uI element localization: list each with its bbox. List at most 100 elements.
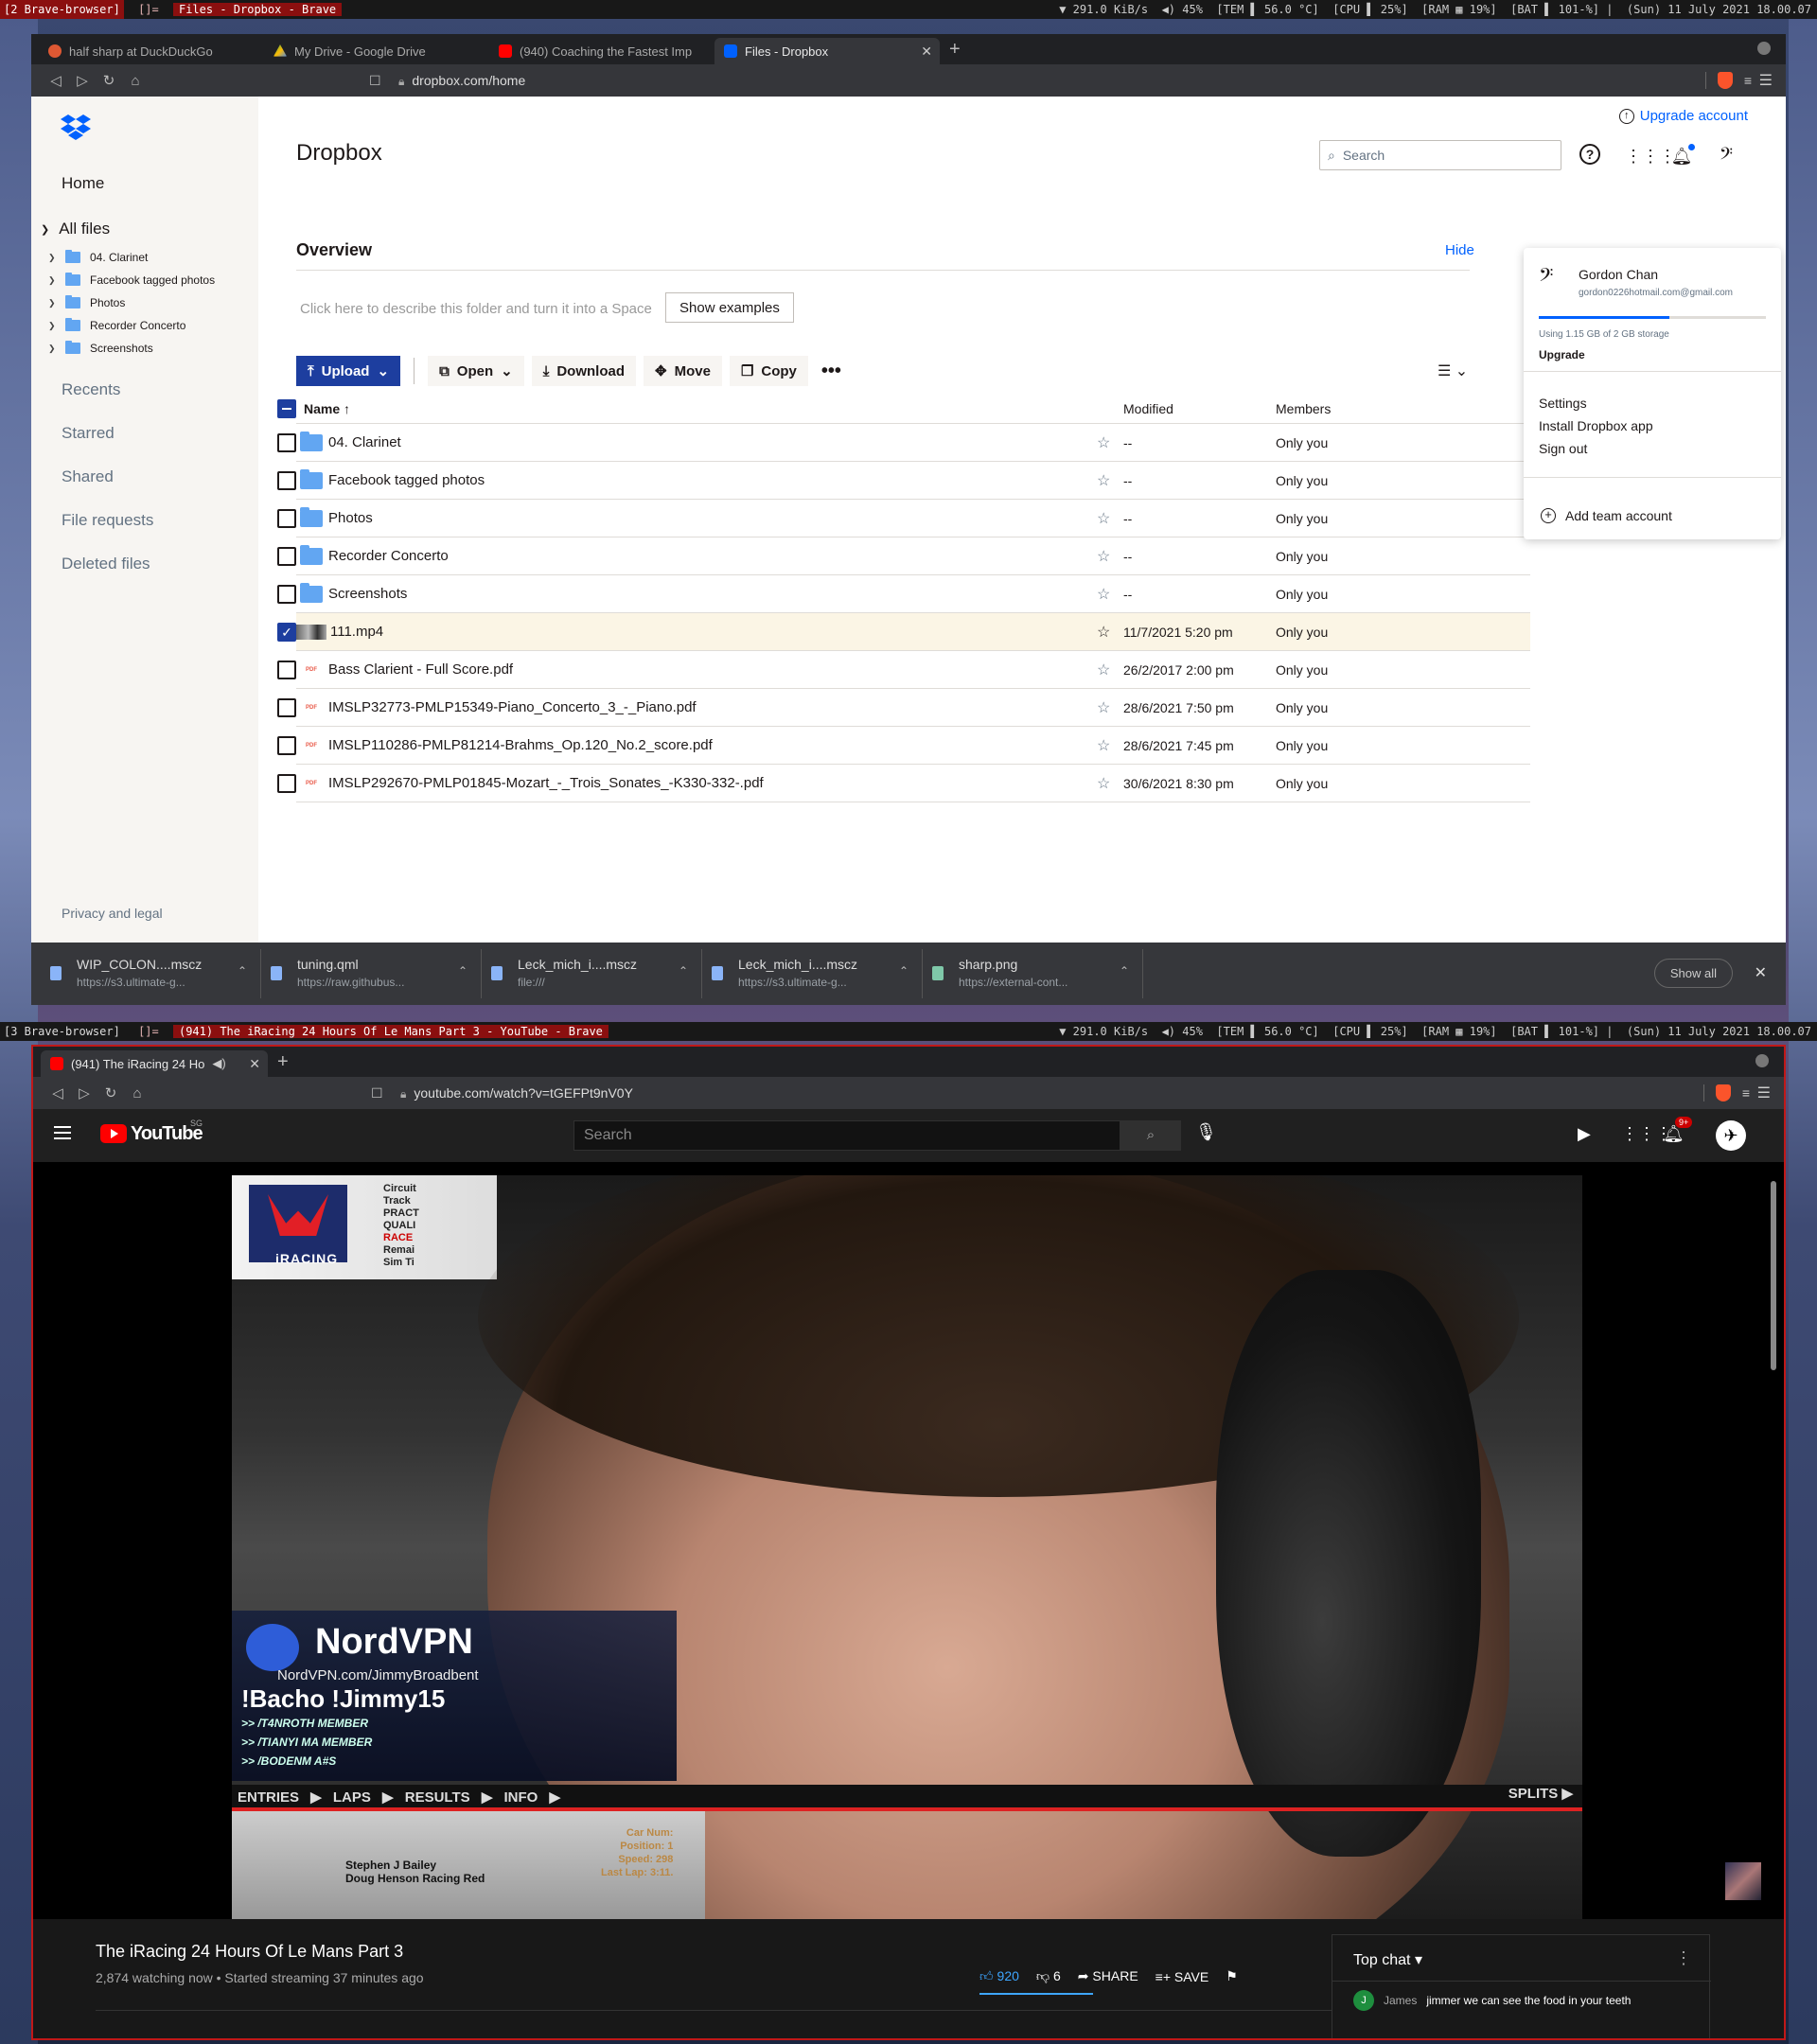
chat-author[interactable]: James (1384, 1994, 1417, 2007)
sidebar-item-file-requests[interactable]: File requests (62, 511, 153, 530)
table-row[interactable]: PDF IMSLP32773-PMLP15349-Piano_Concerto_3… (277, 689, 1530, 727)
sidebar-item-home[interactable]: Home (62, 174, 104, 193)
file-name[interactable]: IMSLP32773-PMLP15349-Piano_Concerto_3_-_… (328, 699, 697, 715)
close-tab-icon[interactable]: ✕ (921, 44, 932, 60)
apps-grid-icon[interactable]: ⋮⋮⋮ (1625, 144, 1676, 168)
folder-description-field[interactable]: Click here to describe this folder and t… (300, 301, 652, 317)
chat-more-options-icon[interactable]: ⋮ (1675, 1948, 1692, 1968)
tree-item[interactable]: ❯ Photos (41, 291, 255, 314)
browser-menu-icon[interactable]: ☰ (1759, 71, 1773, 90)
tab-youtube-coaching[interactable]: (940) Coaching the Fastest Imp (489, 38, 714, 64)
channel-watermark[interactable] (1725, 1862, 1761, 1900)
table-row[interactable]: Photos ☆ -- Only you (277, 500, 1530, 537)
chevron-up-icon[interactable]: ⌃ (458, 964, 467, 978)
file-name[interactable]: Bass Clarient - Full Score.pdf (328, 661, 513, 678)
window-menu-icon[interactable] (1755, 1054, 1769, 1067)
open-button[interactable]: ⧉ Open ⌄ (428, 356, 524, 386)
dropbox-logo-icon[interactable] (60, 114, 92, 142)
file-name[interactable]: Photos (328, 510, 373, 526)
chat-author-avatar[interactable]: J (1353, 1990, 1374, 2011)
star-icon[interactable]: ☆ (1097, 547, 1110, 566)
download-item[interactable]: sharp.png https://external-cont... ⌃ (923, 949, 1143, 998)
page-scrollbar[interactable] (1771, 1181, 1776, 1370)
row-checkbox[interactable] (277, 470, 296, 490)
show-examples-button[interactable]: Show examples (665, 292, 794, 323)
search-button[interactable]: ⌕ (1120, 1120, 1181, 1151)
reading-list-icon[interactable]: ≡ (1742, 1085, 1750, 1101)
file-name[interactable]: IMSLP110286-PMLP81214-Brahms_Op.120_No.2… (328, 737, 713, 753)
create-video-icon[interactable]: ▶ (1578, 1124, 1591, 1144)
chevron-up-icon[interactable]: ⌃ (238, 964, 247, 978)
row-checkbox[interactable] (277, 432, 296, 452)
tree-item[interactable]: ❯ 04. Clarinet (41, 246, 255, 269)
table-row[interactable]: PDF IMSLP110286-PMLP81214-Brahms_Op.120_N… (277, 727, 1530, 765)
star-icon[interactable]: ☆ (1097, 433, 1110, 452)
file-name[interactable]: Facebook tagged photos (328, 472, 485, 488)
file-name[interactable]: 111.mp4 (330, 624, 383, 640)
file-name[interactable]: IMSLP292670-PMLP01845-Mozart_-_Trois_Son… (328, 775, 764, 791)
tab-duckduckgo[interactable]: half sharp at DuckDuckGo (39, 38, 264, 64)
sign-out-menu-item[interactable]: Sign out (1539, 441, 1587, 456)
download-item[interactable]: tuning.qml https://raw.githubus... ⌃ (261, 949, 482, 998)
table-row[interactable]: 04. Clarinet ☆ -- Only you (277, 424, 1530, 462)
table-row[interactable]: PDF Bass Clarient - Full Score.pdf ☆ 26/2/2… (277, 651, 1530, 689)
star-icon[interactable]: ☆ (1097, 471, 1110, 490)
close-tab-icon[interactable]: ✕ (249, 1056, 260, 1072)
tree-item[interactable]: ❯ Screenshots (41, 337, 255, 360)
upgrade-account-link[interactable]: ↑ Upgrade account (1618, 108, 1748, 124)
chevron-right-icon[interactable]: ❯ (48, 275, 62, 286)
bookmark-icon[interactable]: ☐ (371, 1085, 383, 1101)
download-item[interactable]: WIP_COLON....mscz https://s3.ultimate-g..… (41, 949, 261, 998)
brave-shields-icon[interactable] (1716, 1084, 1731, 1101)
sidebar-item-recents[interactable]: Recents (62, 380, 120, 399)
download-item[interactable]: Leck_mich_i....mscz file:/// ⌃ (482, 949, 702, 998)
bell-icon[interactable]: 🔔︎ (1669, 144, 1695, 168)
dislike-button[interactable]: 👎︎ 6 (1036, 1968, 1061, 1984)
like-button[interactable]: 👍︎ 920 (979, 1968, 1019, 1984)
search-input[interactable]: Search (573, 1120, 1120, 1151)
hide-overview-link[interactable]: Hide (1445, 242, 1474, 258)
file-name[interactable]: Screenshots (328, 586, 407, 602)
tree-item[interactable]: ❯ Recorder Concerto (41, 314, 255, 337)
reload-icon[interactable]: ↻ (96, 72, 122, 89)
row-checkbox[interactable] (277, 735, 296, 755)
row-checkbox[interactable] (277, 697, 296, 717)
sidebar-item-all-files[interactable]: ❯ All files (41, 220, 110, 238)
avatar[interactable]: 𝄢 (1714, 144, 1738, 168)
file-name[interactable]: 04. Clarinet (328, 434, 401, 450)
video-player[interactable]: iRACING Circuit Track PRACT QUALI RACE R… (33, 1162, 1784, 1919)
youtube-logo-icon[interactable] (100, 1124, 127, 1143)
chevron-right-icon[interactable]: ❯ (48, 344, 62, 354)
search-input[interactable]: ⌕ Search (1319, 140, 1561, 170)
sort-name-header[interactable]: Name ↑ (304, 401, 350, 416)
table-row[interactable]: Screenshots ☆ -- Only you (277, 575, 1530, 613)
select-all-checkbox[interactable] (277, 398, 296, 418)
share-button[interactable]: ➦ SHARE (1078, 1968, 1138, 1984)
sidebar-item-deleted-files[interactable]: Deleted files (62, 555, 150, 573)
star-icon[interactable]: ☆ (1097, 774, 1110, 793)
back-icon[interactable]: ◁ (43, 72, 69, 89)
table-row[interactable]: Facebook tagged photos ☆ -- Only you (277, 462, 1530, 500)
save-button[interactable]: ≡+ SAVE (1155, 1969, 1209, 1984)
file-name[interactable]: Recorder Concerto (328, 548, 449, 564)
row-checkbox[interactable] (277, 773, 296, 793)
chevron-right-icon[interactable]: ❯ (48, 321, 62, 331)
row-checkbox[interactable] (277, 546, 296, 566)
tab-dropbox[interactable]: Files - Dropbox ✕ (714, 38, 940, 64)
table-row[interactable]: ✓ 111.mp4 ☆ 11/7/2021 5:20 pm Only you (277, 613, 1530, 651)
star-icon[interactable]: ☆ (1097, 736, 1110, 755)
chevron-up-icon[interactable]: ⌃ (1120, 964, 1129, 978)
tree-item[interactable]: ❯ Facebook tagged photos (41, 269, 255, 291)
download-item[interactable]: Leck_mich_i....mscz https://s3.ultimate-g… (702, 949, 923, 998)
row-checkbox[interactable]: ✓ (277, 622, 296, 642)
view-toggle-list-icon[interactable]: ☰ ⌄ (1438, 361, 1468, 380)
star-icon[interactable]: ☆ (1097, 623, 1110, 642)
upgrade-link[interactable]: Upgrade (1539, 348, 1585, 361)
microphone-icon[interactable]: 🎙︎ (1195, 1122, 1217, 1142)
chevron-down-icon[interactable]: ❯ (41, 223, 49, 236)
chevron-right-icon[interactable]: ❯ (48, 298, 62, 308)
privacy-link[interactable]: Privacy and legal (62, 906, 163, 921)
address-bar[interactable]: 🔒︎ youtube.com/watch?v=tGEFPt9nV0Y (400, 1085, 633, 1101)
star-icon[interactable]: ☆ (1097, 698, 1110, 717)
sidebar-item-shared[interactable]: Shared (62, 467, 114, 486)
